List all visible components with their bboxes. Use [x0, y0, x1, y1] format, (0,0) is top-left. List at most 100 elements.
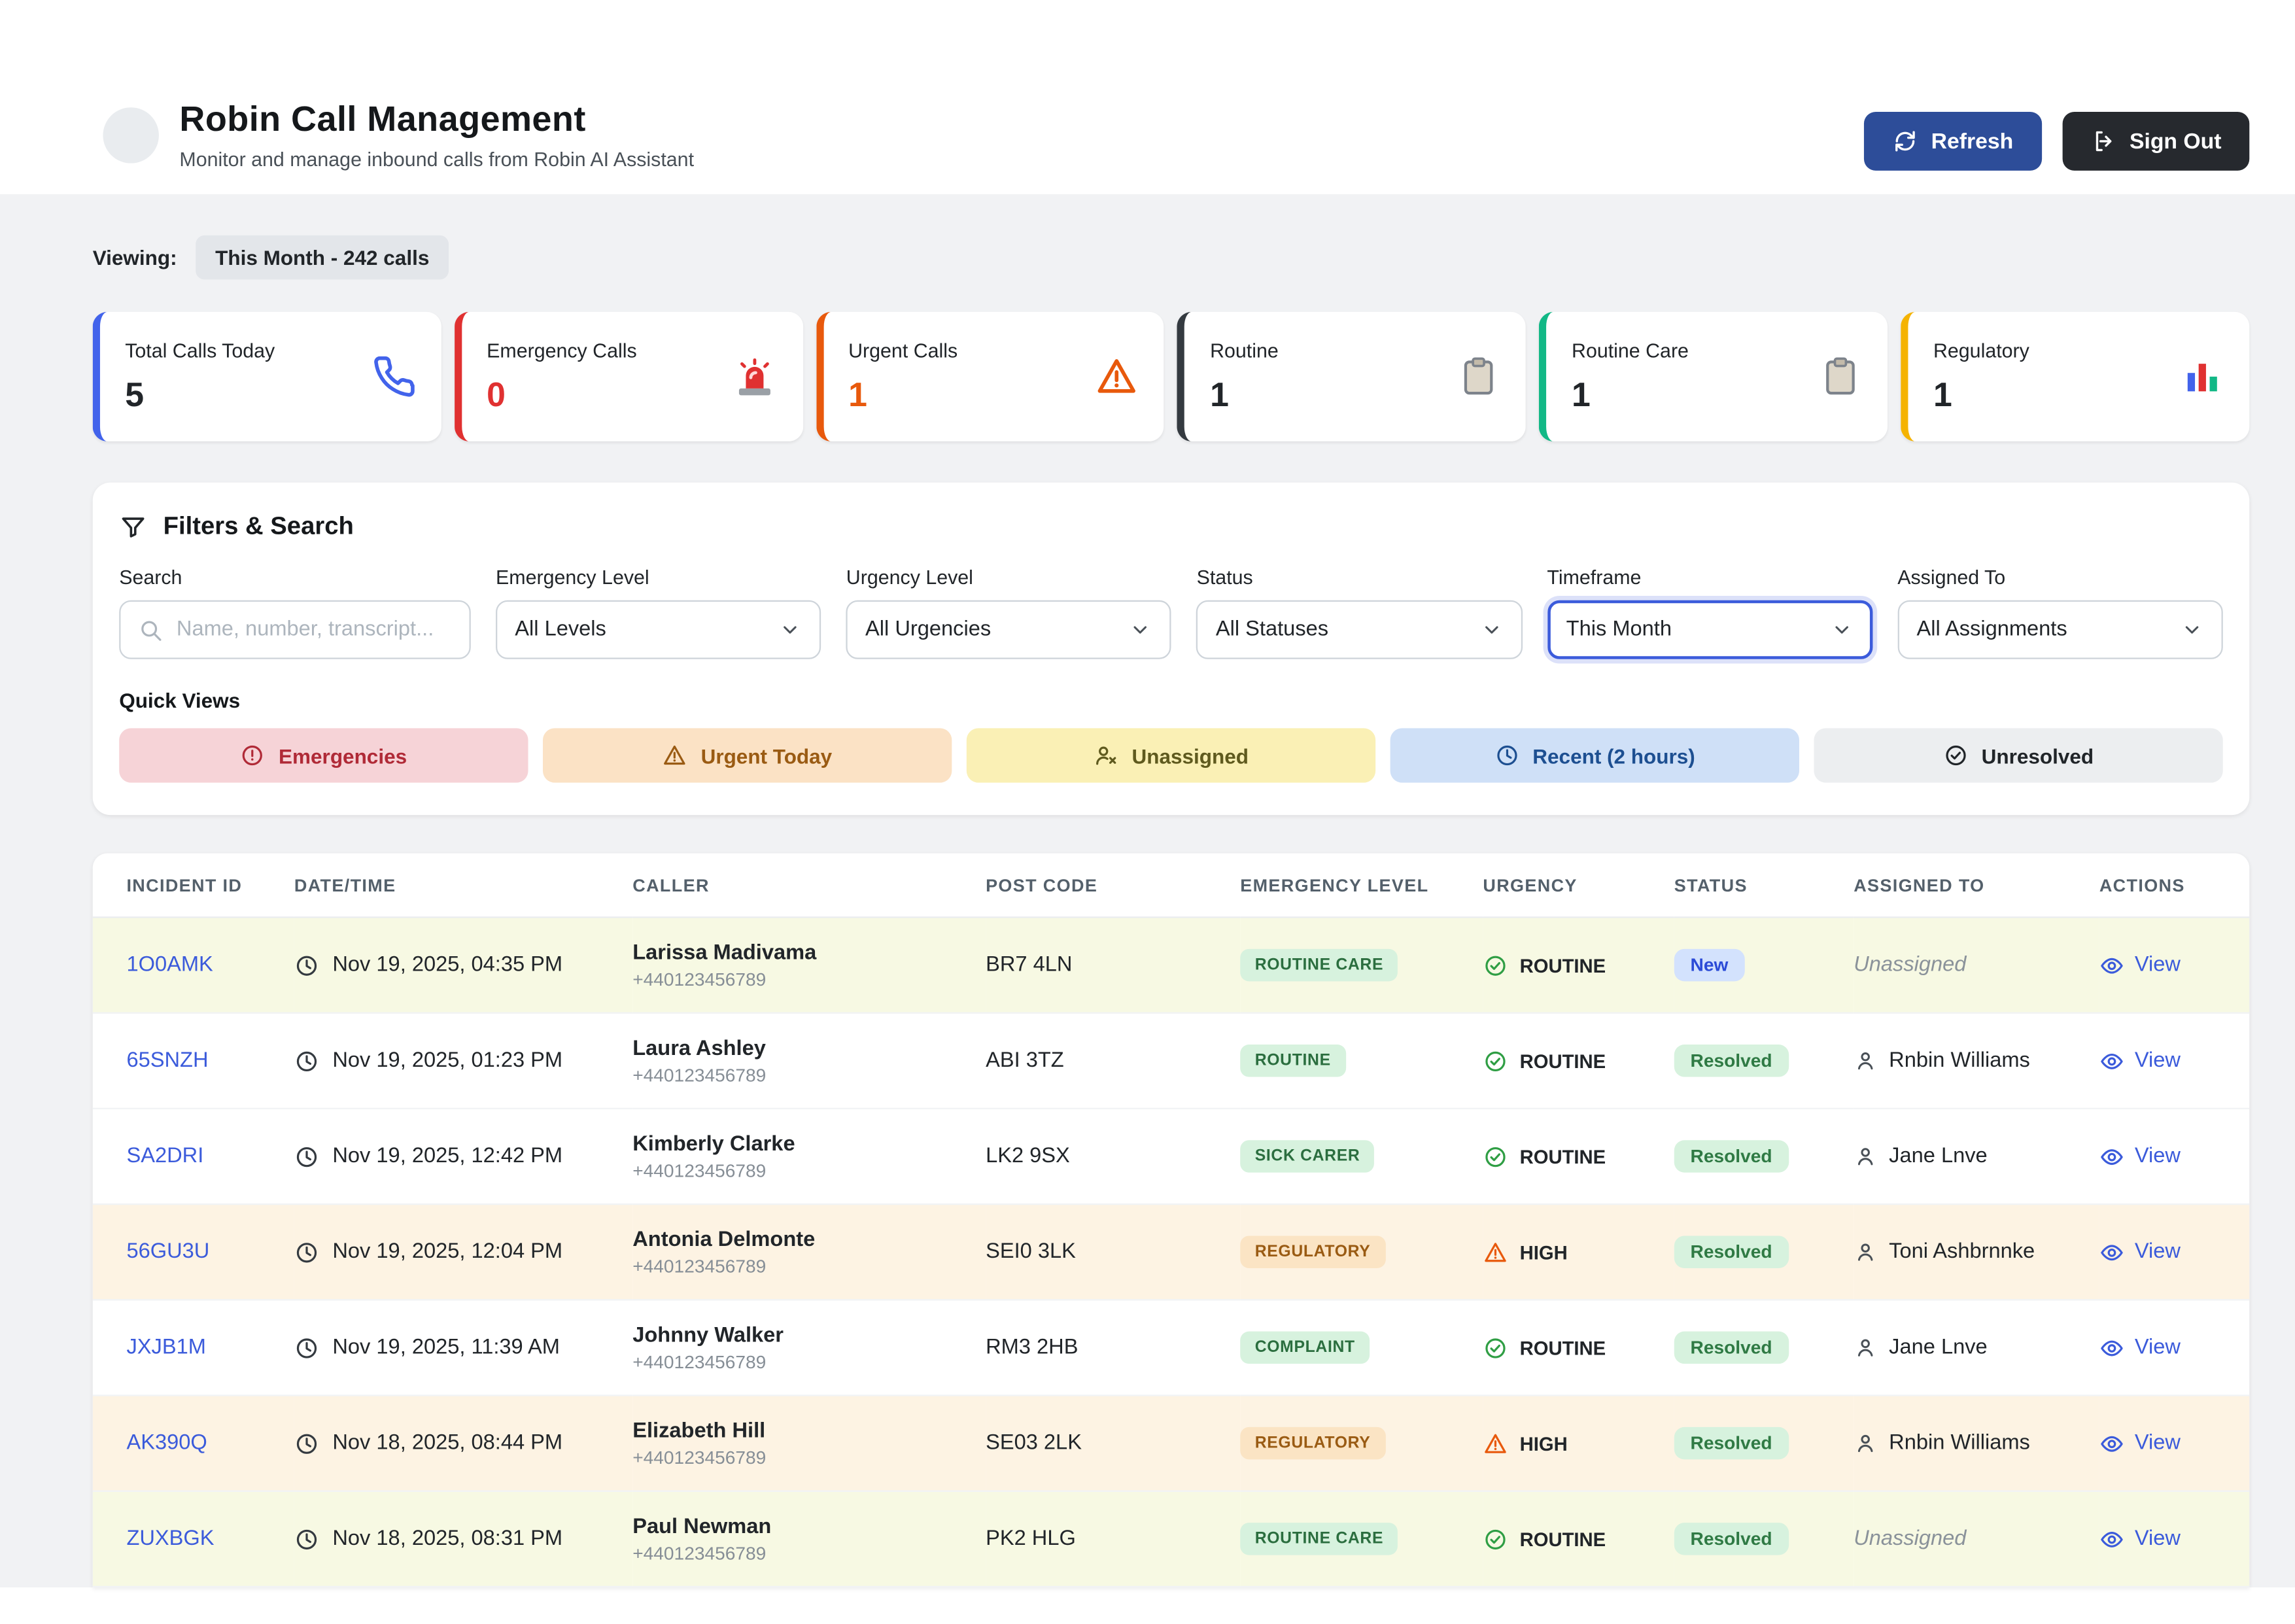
caller-phone: +440123456789 [632, 1351, 974, 1372]
view-button[interactable]: View [2099, 1144, 2237, 1169]
viewing-badge: This Month - 242 calls [196, 235, 449, 279]
view-button[interactable]: View [2099, 1527, 2237, 1551]
stat-card-routine: Routine 1 [1178, 312, 1527, 441]
stat-label: Regulatory [1933, 339, 2029, 361]
select-value: All Levels [515, 618, 606, 642]
assigned-to-select[interactable]: All Assignments [1897, 600, 2223, 659]
emergency-level-badge: ROUTINE CARE [1240, 949, 1398, 981]
stat-value: 0 [487, 374, 637, 414]
urgency-text: ROUTINE [1520, 1050, 1606, 1072]
quick-view-emergencies[interactable]: Emergencies [119, 728, 528, 782]
view-label: View [2135, 1432, 2181, 1455]
timeframe-select[interactable]: This Month [1547, 600, 1872, 659]
person-icon [1854, 1432, 1877, 1455]
col-incident-id: INCIDENT ID [93, 854, 294, 918]
bar-chart-icon [2180, 354, 2224, 398]
search-field-group: Search [119, 566, 471, 659]
table-row[interactable]: AK390Q Nov 18, 2025, 08:44 PM Elizabeth … [93, 1396, 2250, 1491]
viewing-bar: Viewing: This Month - 242 calls [93, 235, 2250, 279]
view-label: View [2135, 954, 2181, 977]
postcode-text: LK2 9SX [986, 1145, 1070, 1168]
emergency-level-select[interactable]: All Levels [496, 600, 821, 659]
stat-cards: Total Calls Today5 Emergency Calls0 Urge… [93, 312, 2250, 441]
signout-button[interactable]: Sign Out [2062, 112, 2249, 171]
urgency-text: ROUTINE [1520, 1528, 1606, 1550]
status-select[interactable]: All Statuses [1197, 600, 1523, 659]
caller-phone: +440123456789 [632, 1064, 974, 1084]
table-row[interactable]: SA2DRI Nov 19, 2025, 12:42 PM Kimberly C… [93, 1109, 2250, 1204]
postcode-text: RM3 2HB [986, 1336, 1078, 1359]
stat-value: 1 [1210, 374, 1279, 414]
eye-icon [2099, 1431, 2124, 1456]
status-badge: Resolved [1674, 1235, 1789, 1268]
col-status: STATUS [1674, 854, 1854, 918]
datetime-text: Nov 19, 2025, 04:35 PM [332, 954, 562, 977]
caller-phone: +440123456789 [632, 1160, 974, 1181]
refresh-button-label: Refresh [1931, 129, 2014, 154]
quick-view-unresolved[interactable]: Unresolved [1814, 728, 2222, 782]
view-button[interactable]: View [2099, 1431, 2237, 1456]
stat-value: 1 [848, 374, 958, 414]
select-value: All Statuses [1216, 618, 1328, 642]
incident-id-link[interactable]: 1O0AMK [126, 954, 213, 977]
emergency-level-label: Emergency Level [496, 566, 821, 589]
caller-name: Laura Ashley [632, 1037, 974, 1060]
view-label: View [2135, 1527, 2181, 1551]
emergency-level-badge: SICK CARER [1240, 1140, 1375, 1172]
incident-id-link[interactable]: 65SNZH [126, 1049, 208, 1073]
table-row[interactable]: 56GU3U Nov 19, 2025, 12:04 PM Antonia De… [93, 1204, 2250, 1300]
postcode-text: ABI 3TZ [986, 1049, 1064, 1073]
postcode-text: SEI0 3LK [986, 1240, 1076, 1264]
incident-id-link[interactable]: SA2DRI [126, 1145, 203, 1168]
page-title: Robin Call Management [179, 100, 694, 141]
view-label: View [2135, 1336, 2181, 1359]
caller-name: Johnny Walker [632, 1323, 974, 1347]
incident-id-link[interactable]: ZUXBGK [126, 1527, 214, 1551]
quick-view-unassigned[interactable]: Unassigned [967, 728, 1375, 782]
table-row[interactable]: JXJB1M Nov 19, 2025, 11:39 AM Johnny Wal… [93, 1300, 2250, 1395]
eye-icon [2099, 1335, 2124, 1360]
signout-icon [2090, 128, 2116, 154]
postcode-text: SE03 2LK [986, 1432, 1082, 1455]
assigned-to-text: Jane Lnve [1889, 1336, 1988, 1359]
filters-panel: Filters & Search Search Emergency Level … [93, 483, 2250, 815]
eye-icon [2099, 1048, 2124, 1073]
view-button[interactable]: View [2099, 1048, 2237, 1073]
stat-card-total-calls: Total Calls Today5 [93, 312, 441, 441]
incident-id-link[interactable]: 56GU3U [126, 1240, 209, 1264]
stat-label: Total Calls Today [125, 339, 275, 361]
person-icon [1854, 1336, 1877, 1359]
view-button[interactable]: View [2099, 1239, 2237, 1264]
quick-view-urgent-today[interactable]: Urgent Today [543, 728, 952, 782]
check-circle-icon [1943, 743, 1968, 768]
eye-icon [2099, 1144, 2124, 1169]
col-postcode: POST CODE [986, 854, 1240, 918]
urgency-level-select[interactable]: All Urgencies [846, 600, 1172, 659]
eye-icon [2099, 1527, 2124, 1551]
stat-label: Routine Care [1572, 339, 1689, 361]
filters-title: Filters & Search [164, 512, 354, 542]
table-row[interactable]: ZUXBGK Nov 18, 2025, 08:31 PM Paul Newma… [93, 1491, 2250, 1587]
col-assigned-to: ASSIGNED TO [1854, 854, 2099, 918]
clipboard-icon [1819, 354, 1863, 398]
view-button[interactable]: View [2099, 952, 2237, 977]
quick-view-recent[interactable]: Recent (2 hours) [1390, 728, 1799, 782]
datetime-text: Nov 19, 2025, 01:23 PM [332, 1049, 562, 1073]
refresh-button[interactable]: Refresh [1863, 112, 2041, 171]
stat-label: Routine [1210, 339, 1279, 361]
incident-id-link[interactable]: JXJB1M [126, 1336, 205, 1359]
warning-triangle-icon [1483, 1239, 1508, 1264]
incident-id-link[interactable]: AK390Q [126, 1432, 207, 1455]
search-icon [138, 617, 163, 642]
stat-card-regulatory: Regulatory1 [1901, 312, 2249, 441]
table-row[interactable]: 1O0AMK Nov 19, 2025, 04:35 PM Larissa Ma… [93, 917, 2250, 1012]
view-button[interactable]: View [2099, 1335, 2237, 1360]
search-input[interactable] [177, 618, 452, 642]
assigned-to-text: Toni Ashbrnnke [1889, 1240, 2035, 1264]
assigned-to-text: Unassigned [1854, 954, 1966, 977]
search-box [119, 600, 471, 659]
table-row[interactable]: 65SNZH Nov 19, 2025, 01:23 PM Laura Ashl… [93, 1013, 2250, 1109]
quick-view-label: Emergencies [279, 744, 407, 767]
assigned-to-group: Assigned To All Assignments [1897, 566, 2223, 659]
chevron-down-icon [1479, 618, 1503, 642]
